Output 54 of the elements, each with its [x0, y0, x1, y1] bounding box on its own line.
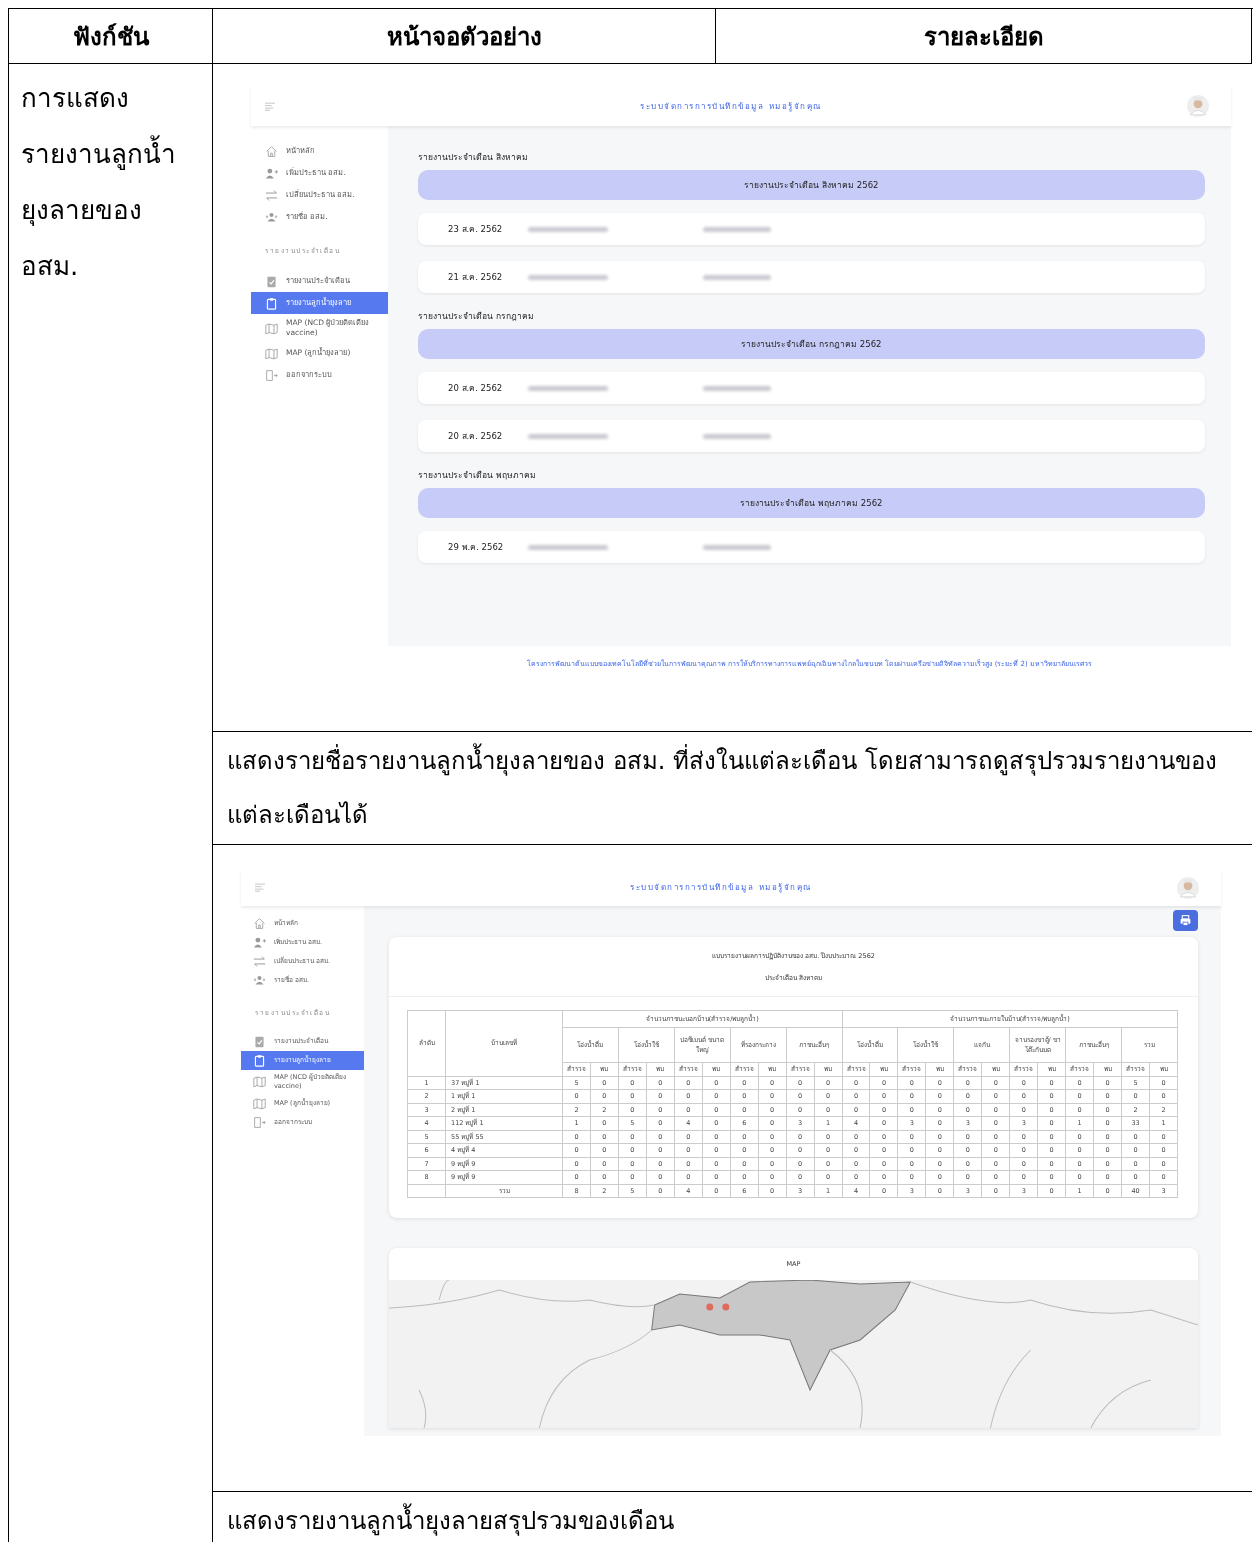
column-header: ฟังก์ชัน: [9, 9, 213, 64]
avatar-icon[interactable]: [1187, 95, 1209, 117]
blurred-text: [703, 226, 771, 232]
swap-arrows-icon: [265, 188, 278, 202]
month-heading: รายงานประจำเดือน พฤษภาคม: [418, 469, 537, 482]
logout-icon: [253, 1115, 266, 1129]
home-icon: [265, 144, 278, 158]
report-date: 20 ส.ค. 2562: [448, 430, 504, 443]
blurred-text: [703, 544, 771, 550]
clipboard-icon: [253, 1054, 266, 1067]
column-header: รายละเอียด: [716, 9, 1252, 64]
blurred-text: [703, 385, 771, 391]
avatar-icon[interactable]: [1177, 876, 1199, 899]
function-name: การแสดงรายงานลูกน้ำยุงลายของ อสม.: [9, 64, 213, 1542]
report-date: 23 ส.ค. 2562: [448, 223, 504, 236]
swap-arrows-icon: [253, 955, 266, 968]
clipboard-check-icon: [253, 1035, 266, 1048]
report-entry[interactable]: 20 ส.ค. 2562: [418, 372, 1205, 404]
month-heading: รายงานประจำเดือน สิงหาคม: [418, 151, 529, 164]
add-user-icon: [265, 166, 278, 180]
report-date: 29 พ.ค. 2562: [448, 541, 505, 554]
logout-icon: [265, 368, 278, 382]
month-summary-button[interactable]: รายงานประจำเดือน กรกฎาคม 2562: [418, 329, 1205, 359]
description-text: แสดงรายงานลูกน้ำยุงลายสรุปรวมของเดือน: [213, 1492, 1252, 1542]
group-icon: [253, 974, 266, 987]
map-icon: [265, 346, 278, 360]
menu-icon[interactable]: [255, 883, 265, 892]
blurred-text: [703, 433, 771, 439]
report-entry[interactable]: 23 ส.ค. 2562: [418, 213, 1205, 245]
menu-icon[interactable]: [265, 101, 275, 111]
map-icon: [253, 1075, 266, 1089]
month-heading: รายงานประจำเดือน กรกฎาคม: [418, 310, 535, 323]
report-entry[interactable]: 20 ส.ค. 2562: [418, 420, 1205, 452]
map-icon: [265, 321, 278, 335]
report-date: 20 ส.ค. 2562: [448, 382, 504, 395]
report-entry[interactable]: 29 พ.ค. 2562: [418, 531, 1205, 563]
home-icon: [253, 917, 266, 930]
month-summary-button[interactable]: รายงานประจำเดือน สิงหาคม 2562: [418, 170, 1205, 200]
column-header: หน้าจอตัวอย่าง: [213, 9, 716, 64]
blurred-text: [703, 274, 771, 280]
clipboard-icon: [265, 296, 278, 310]
map-drawing[interactable]: [389, 1280, 1198, 1428]
map-icon: [253, 1096, 266, 1110]
print-button[interactable]: [1173, 910, 1198, 931]
clipboard-check-icon: [265, 274, 278, 288]
printer-icon: [1179, 914, 1192, 927]
add-user-icon: [253, 936, 266, 949]
report-date: 21 ส.ค. 2562: [448, 271, 504, 284]
description-text: แสดงรายชื่อรายงานลูกน้ำยุงลายของ อสม. ที่ส่งในแต่ละเดือน โดยสามารถดูสรุปรวมรายงานของแต่ละเดือนได้: [213, 732, 1252, 845]
month-summary-button[interactable]: รายงานประจำเดือน พฤษภาคม 2562: [418, 488, 1205, 518]
app-title: ระบบจัดการการบันทึกข้อมูล หมอรู้จักคุณ: [640, 100, 822, 113]
report-entry[interactable]: 21 ส.ค. 2562: [418, 261, 1205, 293]
app-title: ระบบจัดการการบันทึกข้อมูล หมอรู้จักคุณ: [630, 882, 812, 894]
group-icon: [265, 210, 278, 224]
